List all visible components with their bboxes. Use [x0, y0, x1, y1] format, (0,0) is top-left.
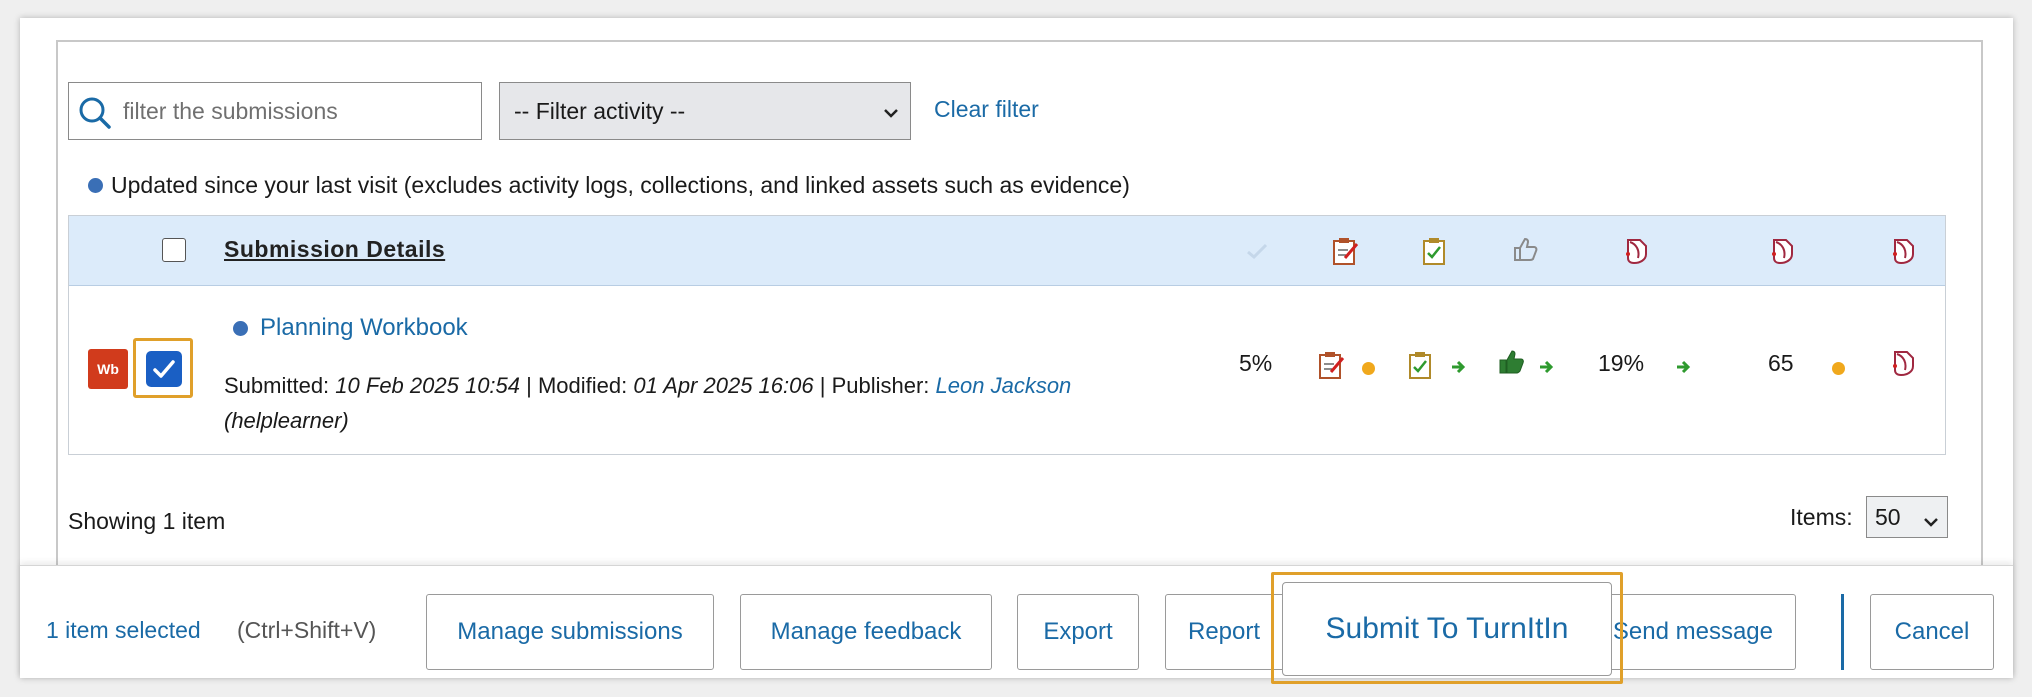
selected-count: 1 item selected — [46, 617, 201, 643]
thumbs-up-icon[interactable] — [1497, 348, 1525, 381]
modified-value: 01 Apr 2025 16:06 — [633, 373, 814, 398]
search-input[interactable] — [121, 89, 471, 133]
publisher-link[interactable]: Leon Jackson — [936, 373, 1072, 398]
item-meta: Submitted: 10 Feb 2025 10:54 | Modified:… — [224, 373, 1072, 433]
submissions-table: Submission Details Wb Planning Workbook … — [68, 215, 1946, 455]
send-message-button[interactable]: Send message — [1600, 594, 1796, 670]
checkmark-icon — [153, 360, 175, 378]
manage-submissions-button[interactable]: Manage submissions — [426, 594, 714, 670]
activity-filter-select[interactable]: -- Filter activity -- — [499, 82, 911, 140]
table-row: Wb Planning Workbook Submitted: 10 Feb 2… — [69, 286, 1945, 456]
submitted-value: 10 Feb 2025 10:54 — [335, 373, 521, 398]
submission-details-header[interactable]: Submission Details — [224, 236, 445, 263]
table-header: Submission Details — [69, 216, 1945, 286]
updated-legend-text: Updated since your last visit (excludes … — [111, 172, 1130, 198]
warning-dot-icon — [1362, 362, 1375, 375]
arrow-right-icon — [1538, 358, 1556, 381]
activity-filter-value: -- Filter activity -- — [514, 98, 686, 124]
turnitin-icon[interactable] — [1889, 236, 1919, 271]
check-faded-icon — [1244, 238, 1270, 269]
clipboard-check-icon[interactable] — [1407, 350, 1433, 385]
select-all-checkbox[interactable] — [162, 238, 186, 262]
row-select-focus[interactable] — [133, 338, 193, 398]
manage-feedback-button[interactable]: Manage feedback — [740, 594, 992, 670]
showing-count: Showing 1 item — [68, 508, 226, 534]
items-per-page-value: 50 — [1875, 504, 1901, 530]
workbook-badge-icon: Wb — [88, 349, 128, 389]
items-per-page-label: Items: — [1790, 504, 1853, 530]
arrow-right-icon — [1450, 358, 1468, 381]
clipboard-edit-icon[interactable] — [1331, 236, 1359, 271]
selection-action-bar: 1 item selected (Ctrl+Shift+V) Manage su… — [20, 565, 2013, 684]
modified-label: Modified: — [537, 373, 628, 398]
publisher-username: (helplearner) — [224, 408, 349, 433]
clipboard-edit-icon[interactable] — [1317, 350, 1345, 385]
search-field[interactable] — [68, 82, 482, 140]
turnitin-icon[interactable] — [1889, 348, 1919, 383]
chevron-down-icon — [882, 101, 900, 128]
updated-dot-icon — [233, 320, 248, 336]
divider — [1841, 594, 1844, 670]
turnitin-icon[interactable] — [1622, 236, 1652, 271]
search-icon — [77, 95, 113, 136]
item-title-link[interactable]: Planning Workbook — [260, 314, 468, 342]
warning-dot-icon — [1832, 362, 1845, 375]
updated-dot-icon — [88, 178, 103, 193]
score-value: 65 — [1768, 350, 1794, 376]
cancel-button[interactable]: Cancel — [1870, 594, 1994, 670]
clear-filter-link[interactable]: Clear filter — [934, 96, 1039, 123]
chevron-down-icon — [1923, 509, 1939, 536]
items-per-page-select[interactable]: 50 — [1866, 496, 1948, 538]
submitted-label: Submitted: — [224, 373, 330, 398]
publisher-label: Publisher: — [831, 373, 930, 398]
arrow-right-icon — [1675, 358, 1693, 381]
row-checkbox[interactable] — [146, 351, 182, 387]
updated-legend: Updated since your last visit (excludes … — [88, 172, 1130, 199]
submit-to-turnitin-button[interactable]: Submit To TurnItIn — [1282, 582, 1612, 676]
similarity-value: 19% — [1598, 350, 1645, 376]
export-button[interactable]: Export — [1017, 594, 1139, 670]
keyboard-shortcut-hint: (Ctrl+Shift+V) — [237, 617, 377, 643]
turnitin-icon[interactable] — [1768, 236, 1798, 271]
thumbs-up-outline-icon[interactable] — [1511, 236, 1539, 269]
progress-value: 5% — [1239, 350, 1273, 376]
clipboard-check-icon[interactable] — [1421, 236, 1447, 271]
item-title[interactable]: Planning Workbook — [233, 314, 468, 342]
